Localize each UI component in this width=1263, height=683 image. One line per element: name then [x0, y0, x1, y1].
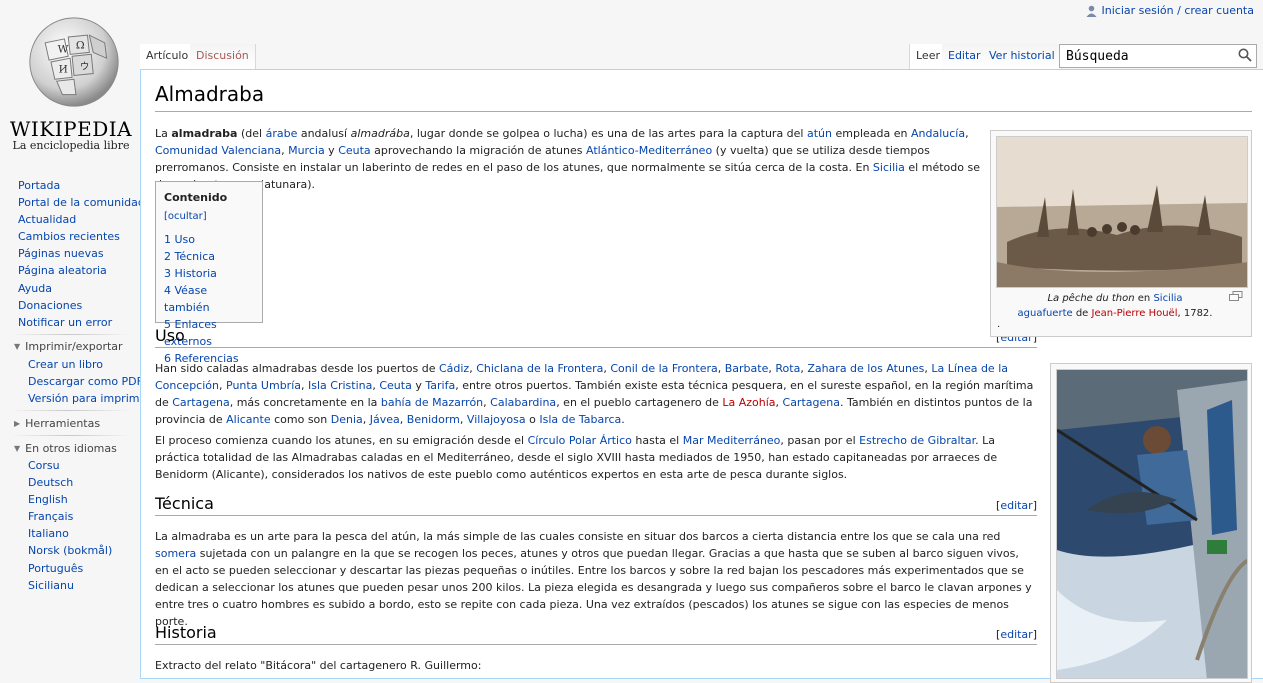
- languages-heading-label: En otros idiomas: [25, 442, 117, 455]
- sidebar-divider: [10, 334, 130, 335]
- etching-picture: [997, 137, 1247, 287]
- title-divider: [155, 111, 1252, 112]
- caption-link-author[interactable]: Jean-Pierre Houël: [1092, 308, 1178, 319]
- lang-corsu[interactable]: Corsu: [28, 459, 60, 472]
- historia-paragraph: Extracto del relato "Bitácora" del carta…: [155, 659, 482, 672]
- svg-text:Ω: Ω: [76, 40, 85, 52]
- fishing-picture: [1057, 370, 1247, 678]
- sidebar-item-donaciones[interactable]: Donaciones: [18, 299, 82, 312]
- sidebar-item-cambios[interactable]: Cambios recientes: [18, 230, 120, 243]
- wordmark: WIKIPEDIA: [9, 117, 133, 141]
- intro-paragraph: La almadraba (del árabe andalusí almadrá…: [155, 127, 980, 191]
- expanded-arrow-icon: ▼: [14, 444, 21, 453]
- table-of-contents: Contenido [ocultar] 1 Uso 2 Técnica 3 Hi…: [155, 181, 263, 365]
- section-heading-tecnica: Técnica [editar]: [155, 494, 1037, 516]
- tools-heading[interactable]: ▶ Herramientas: [14, 417, 100, 430]
- edit-section-link: [editar]: [996, 628, 1037, 641]
- lang-francais[interactable]: Français: [28, 510, 73, 523]
- edit-link[interactable]: editar: [1000, 499, 1032, 512]
- tools-heading-label: Herramientas: [25, 417, 101, 430]
- edit-link[interactable]: editar: [1000, 628, 1032, 641]
- sidebar-item-notificar[interactable]: Notificar un error: [18, 316, 112, 329]
- sidebar-item-portada[interactable]: Portada: [18, 179, 60, 192]
- print-heading-label: Imprimir/exportar: [25, 340, 123, 353]
- caption-year: , 1782.: [1177, 308, 1213, 319]
- tab-edit-label: Editar: [948, 49, 981, 62]
- sidebar-divider: [10, 435, 130, 436]
- section-heading-uso: Uso [editar]: [155, 326, 1037, 348]
- article-content: Almadraba La almadraba (del árabe andalu…: [140, 69, 1263, 683]
- caption-en: en: [1134, 293, 1154, 304]
- toc-title: Contenido: [164, 191, 228, 204]
- wikipedia-logo[interactable]: W Ω И ウ WIKIPEDIA La enciclopedia libre: [0, 0, 140, 160]
- image-caption: La pêche du thon en Sicilia aguafuerte d…: [997, 291, 1233, 321]
- etching-image[interactable]: [996, 136, 1248, 288]
- tab-article-label: Artículo: [146, 49, 189, 62]
- user-icon: [1086, 5, 1096, 17]
- edit-section-link: [editar]: [996, 499, 1037, 512]
- caption-dot: .: [997, 319, 1001, 330]
- sidebar-item-ayuda[interactable]: Ayuda: [18, 282, 52, 295]
- tab-discussion[interactable]: Discusión: [190, 44, 256, 70]
- caption-de: de: [1072, 308, 1092, 319]
- print-heading[interactable]: ▼ Imprimir/exportar: [14, 340, 123, 353]
- uso-paragraph-1: Han sido caladas almadrabas desde los pu…: [155, 362, 1034, 426]
- languages-heading[interactable]: ▼ En otros idiomas: [14, 442, 117, 455]
- tab-read-label: Leer: [916, 49, 940, 62]
- section-heading-historia: Historia [editar]: [155, 623, 1037, 645]
- sidebar-item-portal[interactable]: Portal de la comunidad: [18, 196, 145, 209]
- sidebar-divider: [10, 410, 130, 411]
- tab-history[interactable]: Ver historial: [983, 44, 1062, 70]
- tecnica-paragraph: La almadraba es un arte para la pesca de…: [155, 530, 1032, 628]
- section-title: Uso: [155, 326, 185, 345]
- tab-discussion-label: Discusión: [196, 49, 249, 62]
- uso-paragraph-2: El proceso comienza cuando los atunes, e…: [155, 434, 998, 481]
- fishing-photo[interactable]: [1056, 369, 1248, 679]
- search-box: [1059, 44, 1257, 68]
- toc-item[interactable]: 1 Uso: [164, 233, 195, 246]
- login-link[interactable]: Iniciar sesión / crear cuenta: [1102, 4, 1255, 17]
- svg-text:W: W: [58, 43, 69, 55]
- expanded-arrow-icon: ▼: [14, 342, 21, 351]
- svg-text:И: И: [59, 64, 68, 76]
- personal-tools: Iniciar sesión / crear cuenta: [1086, 4, 1255, 17]
- section-title: Historia: [155, 623, 217, 642]
- caption-title: La pêche du thon: [1047, 293, 1135, 304]
- search-icon[interactable]: [1238, 48, 1252, 62]
- page-title: Almadraba: [155, 82, 265, 106]
- sidebar-item-aleatoria[interactable]: Página aleatoria: [18, 264, 107, 277]
- sidebar-item-pdf[interactable]: Descargar como PDF: [28, 375, 143, 388]
- image-thumbnail: La pêche du thon en Sicilia aguafuerte d…: [990, 130, 1252, 337]
- svg-text:ウ: ウ: [80, 62, 90, 73]
- sidebar-item-nuevas[interactable]: Páginas nuevas: [18, 247, 104, 260]
- tab-article[interactable]: Artículo: [140, 44, 196, 70]
- tagline: La enciclopedia libre: [12, 139, 130, 152]
- tab-edit[interactable]: Editar: [942, 44, 988, 70]
- lang-english[interactable]: English: [28, 493, 68, 506]
- toc-item[interactable]: 4 Véase también: [164, 284, 210, 314]
- search-input[interactable]: [1064, 46, 1234, 66]
- caption-link-sicilia[interactable]: Sicilia: [1153, 293, 1182, 304]
- lang-norsk[interactable]: Norsk (bokmål): [28, 544, 112, 557]
- sidebar-item-actualidad[interactable]: Actualidad: [18, 213, 76, 226]
- collapsed-arrow-icon: ▶: [14, 419, 21, 428]
- toc-toggle[interactable]: [ocultar]: [164, 211, 207, 222]
- lang-sicilianu[interactable]: Sicilianu: [28, 579, 74, 592]
- lang-italiano[interactable]: Italiano: [28, 527, 69, 540]
- image-thumbnail-2: [1050, 363, 1252, 683]
- lang-portugues[interactable]: Português: [28, 562, 83, 575]
- caption-link-aguafuerte[interactable]: aguafuerte: [1018, 308, 1073, 319]
- sidebar-item-imprimir[interactable]: Versión para imprimir: [28, 392, 147, 405]
- section-title: Técnica: [155, 494, 214, 513]
- wikipedia-globe-icon: W Ω И ウ: [29, 17, 119, 107]
- tab-history-label: Ver historial: [989, 49, 1055, 62]
- toc-item[interactable]: 2 Técnica: [164, 250, 215, 263]
- sidebar-item-crear-libro[interactable]: Crear un libro: [28, 358, 103, 371]
- lang-deutsch[interactable]: Deutsch: [28, 476, 73, 489]
- toc-item[interactable]: 3 Historia: [164, 267, 217, 280]
